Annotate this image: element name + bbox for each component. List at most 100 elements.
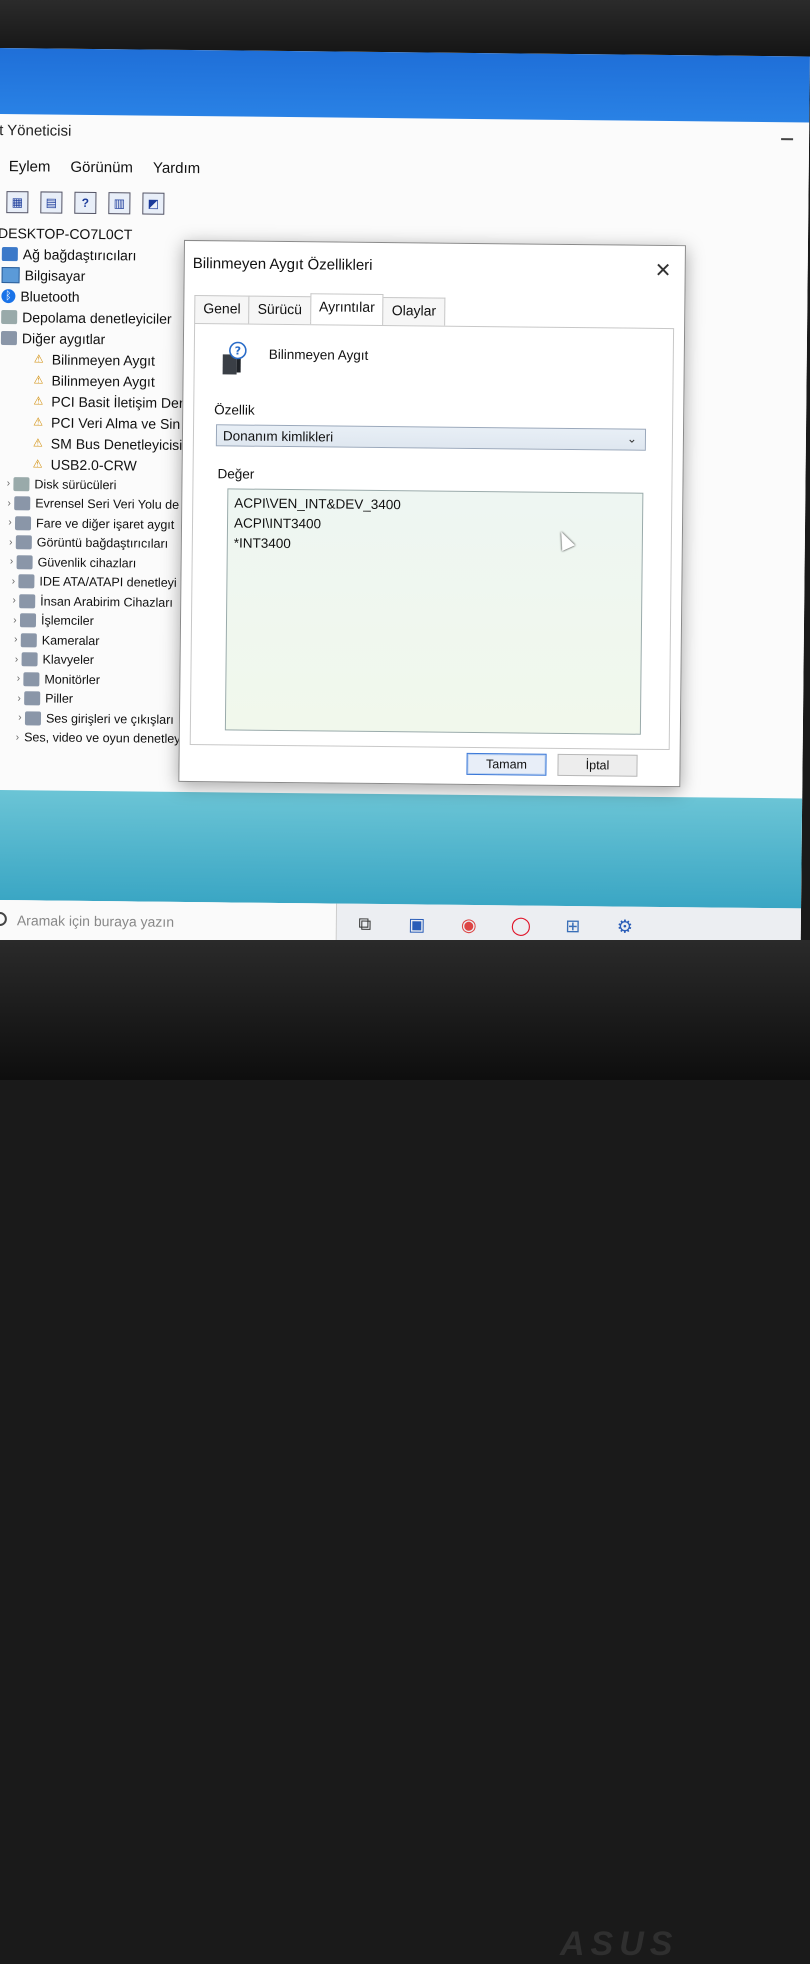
menu-gorunum[interactable]: Görünüm xyxy=(70,159,133,177)
tree-item[interactable]: ᛒ Bluetooth xyxy=(0,285,198,308)
list-item[interactable]: *INT3400 xyxy=(234,535,291,551)
chevron-right-icon[interactable]: › xyxy=(14,693,24,704)
chevron-right-icon[interactable]: › xyxy=(12,654,22,665)
tree-item[interactable]: ›Evrensel Seri Veri Yolu de xyxy=(0,493,195,515)
tree-item[interactable]: ⚠USB2.0-CRW xyxy=(0,453,196,476)
tree-item-label: PCI Basit İletişim Der xyxy=(51,393,183,410)
tree-item[interactable]: ⚠Bilinmeyen Aygıt xyxy=(0,369,197,392)
tree-root[interactable]: DESKTOP-CO7L0CT xyxy=(0,222,198,245)
chevron-right-icon[interactable]: › xyxy=(4,498,14,509)
screen: t Yöneticisi Eylem Görünüm Yardım ▦ ▤ ? … xyxy=(0,48,810,948)
tree-item[interactable]: ⚠PCI Veri Alma ve Sin xyxy=(0,411,196,434)
chevron-right-icon[interactable]: › xyxy=(9,595,19,606)
tree-item-label: Fare ve diğer işaret aygıt xyxy=(36,516,174,531)
tree-item-label: Ses girişleri ve çıkışları xyxy=(46,711,174,726)
list-item[interactable]: ACPI\INT3400 xyxy=(234,515,321,531)
list-view-icon[interactable]: ▤ xyxy=(40,191,62,213)
opera-icon[interactable]: ◯ xyxy=(509,913,533,937)
tree-item[interactable]: › Klavyeler xyxy=(0,649,194,671)
properties-dialog: Bilinmeyen Aygıt Özellikleri ✕ Genel Sür… xyxy=(178,240,686,787)
tree-item[interactable]: › Ses girişleri ve çıkışları xyxy=(0,708,193,730)
search-input[interactable]: Aramak için buraya yazın xyxy=(17,912,174,930)
warning-icon: ⚠ xyxy=(30,415,46,429)
tab-olaylar[interactable]: Olaylar xyxy=(383,297,446,326)
tree-item-label: Kameralar xyxy=(42,633,100,648)
tree-item-label: Görüntü bağdaştırıcıları xyxy=(37,536,168,551)
tree-item[interactable]: Ağ bağdaştırıcıları xyxy=(0,243,198,266)
warning-icon: ⚠ xyxy=(30,373,46,387)
scan-hardware-icon[interactable]: ◩ xyxy=(142,193,164,215)
battery-icon xyxy=(24,692,40,706)
chevron-right-icon[interactable]: › xyxy=(7,556,17,567)
cancel-button[interactable]: İptal xyxy=(557,754,637,777)
chevron-right-icon[interactable]: › xyxy=(15,712,25,723)
tree-item-label: İnsan Arabirim Cihazları xyxy=(40,594,173,609)
details-icon[interactable]: ▥ xyxy=(108,192,130,214)
chevron-right-icon[interactable]: › xyxy=(13,673,23,684)
disk-icon xyxy=(13,477,29,491)
tree-item[interactable]: ›IDE ATA/ATAPI denetleyi xyxy=(0,571,195,593)
list-item[interactable]: ACPI\VEN_INT&DEV_3400 xyxy=(234,495,401,512)
tab-ayrintilar[interactable]: Ayrıntılar xyxy=(310,293,384,322)
window-title: t Yöneticisi xyxy=(0,122,71,140)
tab-surucu[interactable]: Sürücü xyxy=(248,296,311,325)
chevron-down-icon: ⌄ xyxy=(627,432,637,446)
tree-item[interactable]: ›İşlemciler xyxy=(0,610,194,632)
property-select-value: Donanım kimlikleri xyxy=(223,428,333,444)
tab-genel[interactable]: Genel xyxy=(194,295,250,324)
task-view-icon[interactable]: ⧉ xyxy=(353,912,377,936)
ide-icon xyxy=(18,574,34,588)
tree-item[interactable]: ⚠Bilinmeyen Aygıt xyxy=(0,348,197,371)
chevron-right-icon[interactable]: › xyxy=(10,615,20,626)
device-tree: DESKTOP-CO7L0CT Ağ bağdaştırıcılarıBilgi… xyxy=(0,222,198,749)
storage-icon xyxy=(1,310,17,324)
security-icon xyxy=(17,555,33,569)
device-manager-app-icon[interactable]: ⊞ xyxy=(561,914,585,938)
menu-yardim[interactable]: Yardım xyxy=(153,160,200,177)
tree-item[interactable]: ›Disk sürücüleri xyxy=(0,474,196,496)
menu-eylem[interactable]: Eylem xyxy=(9,158,51,175)
tree-item[interactable]: ⚠SM Bus Denetleyicisi xyxy=(0,432,196,455)
tree-item-label: Bilinmeyen Aygıt xyxy=(52,351,155,368)
settings-gear-icon[interactable]: ⚙ xyxy=(613,914,637,938)
tree-item-label: Klavyeler xyxy=(43,653,95,668)
tree-item[interactable]: ⚠PCI Basit İletişim Der xyxy=(0,390,196,413)
bluetooth-icon: ᛒ xyxy=(1,289,15,303)
tree-item[interactable]: › Kameralar xyxy=(0,630,194,652)
tree-item[interactable]: ›Ses, video ve oyun denetleyicileri xyxy=(0,727,193,749)
tree-item[interactable]: Diğer aygıtlar xyxy=(0,327,197,350)
chevron-right-icon[interactable]: › xyxy=(5,517,15,528)
properties-icon[interactable]: ▦ xyxy=(6,191,28,213)
tree-item-label: Bilgisayar xyxy=(25,267,86,284)
tree-item[interactable]: ›Piller xyxy=(0,688,193,710)
taskbar-search[interactable]: Aramak için buraya yazın xyxy=(0,900,337,944)
tree-item[interactable]: Bilgisayar xyxy=(0,264,198,287)
store-icon[interactable]: ▣ xyxy=(405,912,429,936)
chevron-right-icon[interactable]: › xyxy=(8,576,18,587)
chrome-icon[interactable]: ◉ xyxy=(457,913,481,937)
chevron-right-icon[interactable]: › xyxy=(6,537,16,548)
monitor-icon xyxy=(23,672,39,686)
tree-item[interactable]: Depolama denetleyiciler xyxy=(0,306,197,329)
help-icon[interactable]: ? xyxy=(74,192,96,214)
chevron-right-icon[interactable]: › xyxy=(16,732,19,743)
hid-icon xyxy=(19,594,35,608)
keyboard-icon xyxy=(22,653,38,667)
tree-item[interactable]: › Görüntü bağdaştırıcıları xyxy=(0,532,195,554)
tree-item-label: Bluetooth xyxy=(20,288,79,305)
chevron-right-icon[interactable]: › xyxy=(3,478,13,489)
tree-item[interactable]: ›Güvenlik cihazları xyxy=(0,552,195,574)
tree-item[interactable]: ›Monitörler xyxy=(0,669,193,691)
value-list[interactable]: ACPI\VEN_INT&DEV_3400 ACPI\INT3400 *INT3… xyxy=(225,488,644,734)
usb-icon xyxy=(14,496,30,510)
close-icon[interactable]: ✕ xyxy=(655,258,672,283)
property-select[interactable]: Donanım kimlikleri ⌄ xyxy=(216,424,646,451)
chevron-right-icon[interactable]: › xyxy=(11,634,21,645)
ok-button[interactable]: Tamam xyxy=(466,753,546,776)
taskbar-apps: ⧉ ▣ ◉ ◯ ⊞ ⚙ xyxy=(353,912,637,939)
tree-item[interactable]: › İnsan Arabirim Cihazları xyxy=(0,591,194,613)
device-name: Bilinmeyen Aygıt xyxy=(269,347,369,363)
minimize-icon[interactable] xyxy=(781,138,793,140)
tree-item[interactable]: › Fare ve diğer işaret aygıt xyxy=(0,513,195,535)
tab-strip: Genel Sürücü Ayrıntılar Olaylar xyxy=(194,295,444,326)
